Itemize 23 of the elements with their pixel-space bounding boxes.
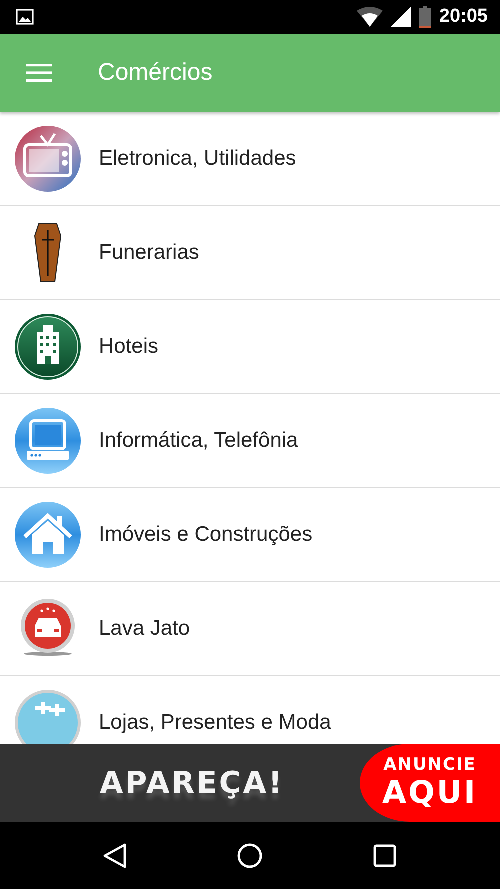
wifi-icon	[357, 7, 384, 27]
category-label: Lava Jato	[99, 616, 190, 642]
screen-title: Comércios	[98, 58, 213, 88]
recents-button[interactable]	[373, 844, 397, 868]
back-button[interactable]	[103, 842, 127, 868]
tv-icon	[15, 126, 81, 192]
hotel-icon	[15, 314, 81, 380]
ad-headline: APAREÇA!	[100, 764, 284, 802]
home-button[interactable]	[237, 842, 263, 868]
category-label: Funerarias	[99, 240, 200, 266]
category-label: Imóveis e Construções	[99, 522, 313, 548]
image-icon	[16, 9, 34, 25]
ad-banner[interactable]: APAREÇA! ANUNCIE AQUI	[0, 744, 500, 822]
category-label: Informática, Telefônia	[99, 428, 298, 454]
category-label: Hoteis	[99, 334, 159, 360]
ad-badge[interactable]: ANUNCIE AQUI	[360, 744, 500, 822]
computer-icon	[15, 408, 81, 474]
house-icon	[15, 502, 81, 568]
category-label: Lojas, Presentes e Moda	[99, 710, 332, 736]
clock-time: 20:05	[439, 4, 488, 29]
battery-icon	[419, 6, 432, 28]
signal-icon	[391, 7, 412, 27]
category-label: Eletronica, Utilidades	[99, 146, 296, 172]
